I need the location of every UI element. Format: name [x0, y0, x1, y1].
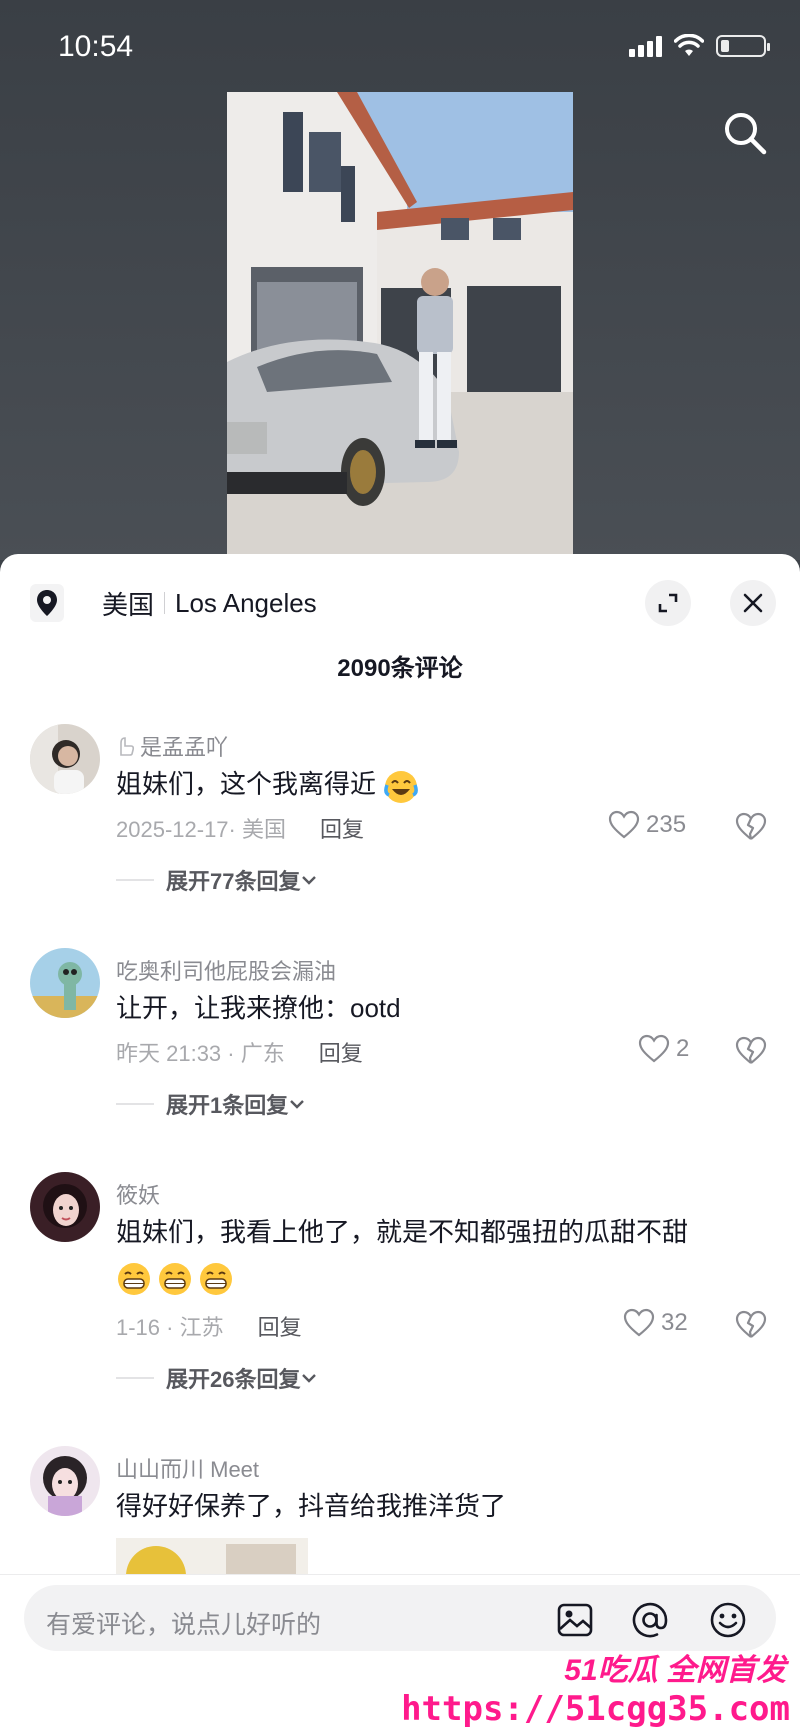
search-icon[interactable]: [722, 110, 768, 156]
heart-icon: [623, 1308, 655, 1337]
expand-line: [116, 1377, 154, 1379]
comment-author-name: 筱妖: [116, 1183, 161, 1208]
expand-replies-button[interactable]: 展开1条回复: [116, 1088, 306, 1120]
comment-author[interactable]: 是孟孟吖: [116, 730, 228, 762]
location-country: 美国: [102, 589, 155, 620]
comment-meta: 2025-12-17· 美国 回复: [116, 812, 364, 844]
comment-item: 是孟孟吖 姐妹们，这个我离得近 2025-12-17· 美国 回复 235 展开…: [0, 724, 800, 924]
comment-item: 筱妖 姐妹们，我看上他了，就是不知都强扭的瓜甜不甜 1-16 · 江苏 回复 3…: [0, 1172, 800, 1422]
expand-icon: [658, 593, 678, 613]
reply-button[interactable]: 回复: [319, 1036, 363, 1068]
comment-author[interactable]: 吃奥利司他屁股会漏油: [116, 954, 336, 986]
reply-button[interactable]: 回复: [258, 1310, 302, 1342]
expand-replies-button[interactable]: 展开77条回复: [116, 864, 318, 896]
laugh-cry-emoji-icon: [383, 769, 419, 804]
location-pin-icon: [30, 584, 64, 622]
chevron-down-icon: [302, 876, 317, 885]
location-city: Los Angeles: [175, 587, 317, 618]
comment-author-name: 山山而川 Meet: [116, 1457, 260, 1482]
expand-replies-label: 展开26条回复: [166, 1367, 301, 1392]
reply-button[interactable]: 回复: [320, 812, 364, 844]
avatar[interactable]: [30, 724, 100, 794]
video-photo[interactable]: [227, 92, 573, 554]
watermark-url: https://51cgg35.com: [401, 1689, 790, 1729]
grin-emoji-icon: [198, 1261, 233, 1296]
status-time: 10:54: [58, 30, 134, 63]
chevron-down-icon: [290, 1100, 305, 1109]
expand-line: [116, 879, 154, 881]
comment-text-content: 让开，让我来撩他：ootd: [116, 993, 401, 1023]
comment-author[interactable]: 山山而川 Meet: [116, 1452, 259, 1484]
avatar[interactable]: [30, 948, 100, 1018]
expand-replies-button[interactable]: 展开26条回复: [116, 1362, 318, 1394]
comment-text-content: 姐妹们，我看上他了，就是不知都强扭的瓜甜不甜: [116, 1217, 689, 1247]
comment-item: 山山而川 Meet 得好好保养了，抖音给我推洋货了: [0, 1446, 800, 1586]
comments-panel: 美国 Los Angeles 2090条评论 是孟孟吖 姐妹们，这个我离得近 2…: [0, 554, 800, 1733]
comment-input[interactable]: 有爱评论，说点儿好听的: [24, 1585, 776, 1651]
comment-text: 姐妹们，我看上他了，就是不知都强扭的瓜甜不甜: [116, 1212, 756, 1296]
like-count: 32: [661, 1309, 688, 1336]
comment-author-name: 是孟孟吖: [140, 735, 229, 760]
heart-icon: [638, 1034, 670, 1063]
comment-author[interactable]: 筱妖: [116, 1178, 160, 1210]
like-button[interactable]: 2: [638, 1034, 689, 1064]
comment-text: 得好好保养了，抖音给我推洋货了: [116, 1486, 756, 1526]
video-area[interactable]: 10:54: [0, 0, 800, 560]
comment-text-content: 姐妹们，这个我离得近: [116, 769, 377, 799]
watermark: 51吃瓜 全网首发 https://51cgg35.com: [401, 1645, 794, 1731]
expand-replies-label: 展开1条回复: [166, 1093, 289, 1118]
comment-date: 2025-12-17· 美国: [116, 817, 286, 842]
comment-input-placeholder: 有爱评论，说点儿好听的: [46, 1611, 322, 1639]
battery-icon: [716, 35, 770, 57]
comment-date: 1-16 · 江苏: [116, 1315, 224, 1340]
comment-meta: 1-16 · 江苏 回复: [116, 1310, 302, 1342]
comment-date: 昨天 21:33 · 广东: [116, 1041, 285, 1066]
comment-text-content: 得好好保养了，抖音给我推洋货了: [116, 1491, 507, 1521]
avatar[interactable]: [30, 1172, 100, 1242]
like-count: 235: [646, 811, 687, 838]
image-icon[interactable]: [556, 1601, 594, 1639]
at-icon[interactable]: [631, 1601, 669, 1639]
author-badge-icon: [120, 737, 135, 756]
status-icons: [629, 34, 770, 58]
expand-button[interactable]: [645, 580, 691, 626]
emoji-icon[interactable]: [709, 1601, 747, 1639]
broken-heart-icon[interactable]: [735, 1036, 767, 1066]
avatar[interactable]: [30, 1446, 100, 1516]
close-button[interactable]: [730, 580, 776, 626]
location-row[interactable]: 美国 Los Angeles: [30, 578, 317, 628]
status-bar: 10:54: [0, 0, 800, 100]
heart-icon: [608, 810, 640, 839]
expand-replies-label: 展开77条回复: [166, 869, 301, 894]
watermark-title: 51吃瓜 全网首发: [564, 1654, 786, 1687]
grin-emoji-icon: [157, 1261, 192, 1296]
like-button[interactable]: 235: [608, 810, 686, 840]
chevron-down-icon: [302, 1374, 317, 1383]
signal-icon: [629, 35, 662, 57]
broken-heart-icon[interactable]: [735, 1310, 767, 1340]
comment-author-name: 吃奥利司他屁股会漏油: [116, 959, 337, 984]
comment-meta: 昨天 21:33 · 广东 回复: [116, 1036, 363, 1068]
grin-emoji-icon: [116, 1261, 150, 1296]
comment-item: 吃奥利司他屁股会漏油 让开，让我来撩他：ootd 昨天 21:33 · 广东 回…: [0, 948, 800, 1148]
comment-text: 姐妹们，这个我离得近: [116, 764, 756, 804]
comments-count-title: 2090条评论: [337, 655, 463, 682]
expand-line: [116, 1103, 154, 1105]
wifi-icon: [674, 34, 704, 56]
broken-heart-icon[interactable]: [735, 812, 767, 842]
like-button[interactable]: 32: [623, 1308, 688, 1338]
comment-text: 让开，让我来撩他：ootd: [116, 988, 756, 1028]
location-divider: [164, 592, 166, 614]
like-count: 2: [676, 1035, 690, 1062]
close-icon: [743, 593, 763, 613]
